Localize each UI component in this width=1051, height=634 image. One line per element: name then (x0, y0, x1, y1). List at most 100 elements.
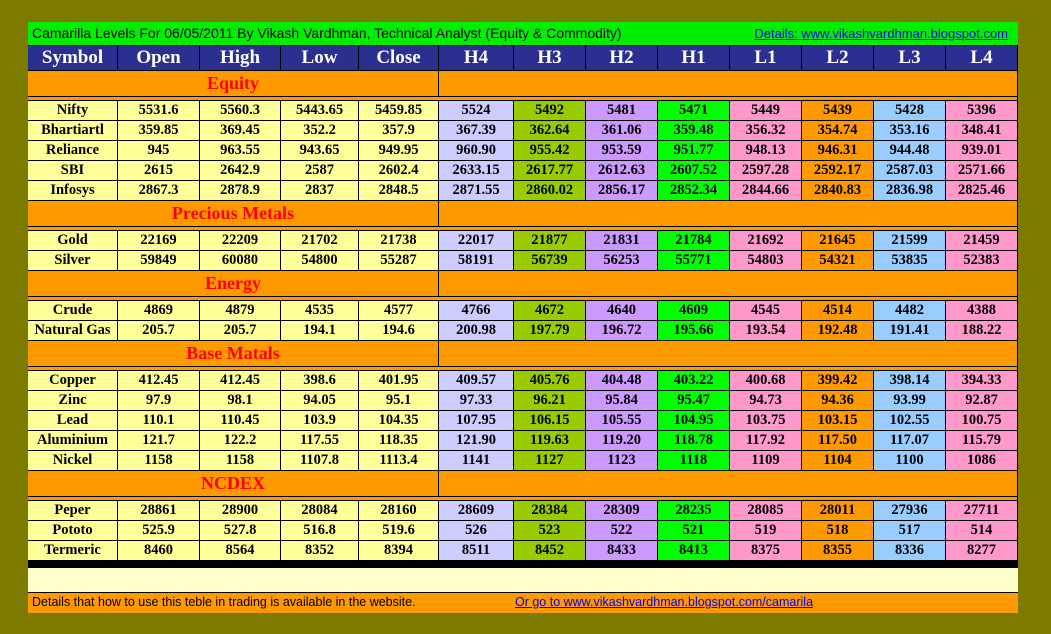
level-cell-h3: 8452 (514, 541, 586, 561)
level-cell-h3: 96.21 (514, 391, 586, 411)
price-cell: 121.7 (118, 431, 200, 451)
level-cell-h3: 5492 (514, 101, 586, 121)
level-cell-l3: 21599 (874, 231, 946, 251)
level-cell-h1: 95.47 (658, 391, 730, 411)
price-cell: 2615 (118, 161, 200, 181)
price-cell: 2848.5 (359, 181, 439, 201)
level-cell-h3: 1127 (514, 451, 586, 471)
level-cell-l4: 5396 (946, 101, 1018, 121)
level-cell-h1: 2852.34 (658, 181, 730, 201)
price-cell: 1158 (118, 451, 200, 471)
price-cell: 527.8 (200, 521, 281, 541)
level-cell-h2: 4640 (586, 301, 658, 321)
price-cell: 110.45 (200, 411, 281, 431)
section-band (439, 341, 1018, 367)
level-cell-h2: 105.55 (586, 411, 658, 431)
price-cell: 2587 (281, 161, 359, 181)
level-cell-l2: 28011 (802, 501, 874, 521)
level-cell-h1: 5471 (658, 101, 730, 121)
price-cell: 516.8 (281, 521, 359, 541)
level-cell-l2: 354.74 (802, 121, 874, 141)
price-cell: 8352 (281, 541, 359, 561)
level-cell-h2: 361.06 (586, 121, 658, 141)
level-cell-l1: 4545 (730, 301, 802, 321)
level-cell-l3: 517 (874, 521, 946, 541)
table-row: Zinc 97.9 98.1 94.05 95.1 97.33 96.21 95.84 95.4… (28, 391, 1018, 411)
level-cell-l3: 5428 (874, 101, 946, 121)
level-cell-h1: 4609 (658, 301, 730, 321)
level-cell-l1: 2844.66 (730, 181, 802, 201)
level-cell-l3: 944.48 (874, 141, 946, 161)
price-cell: 5443.65 (281, 101, 359, 121)
level-cell-h4: 526 (439, 521, 514, 541)
price-cell: 2602.4 (359, 161, 439, 181)
level-cell-h2: 21831 (586, 231, 658, 251)
table-row: Crude 4869 4879 4535 4577 4766 4672 4640 4609 454… (28, 301, 1018, 321)
level-cell-h4: 4766 (439, 301, 514, 321)
level-cell-l2: 54321 (802, 251, 874, 271)
level-cell-h4: 1141 (439, 451, 514, 471)
level-cell-l4: 92.87 (946, 391, 1018, 411)
column-header: H1 (658, 46, 730, 71)
level-cell-h1: 951.77 (658, 141, 730, 161)
level-cell-h3: 21877 (514, 231, 586, 251)
price-cell: 8564 (200, 541, 281, 561)
symbol-cell: Zinc (28, 391, 118, 411)
price-cell: 28084 (281, 501, 359, 521)
section-title: Precious Metals (28, 201, 439, 227)
level-cell-h2: 56253 (586, 251, 658, 271)
column-header: L4 (946, 46, 1018, 71)
table-row: Lead 110.1 110.45 103.9 104.35 107.95 106.15 10… (28, 411, 1018, 431)
level-cell-h1: 195.66 (658, 321, 730, 341)
camarila-link[interactable]: Or go to www.vikashvardhman.blogspot.com… (515, 595, 813, 609)
level-cell-h4: 28609 (439, 501, 514, 521)
price-cell: 369.45 (200, 121, 281, 141)
level-cell-l4: 52383 (946, 251, 1018, 271)
price-cell: 117.55 (281, 431, 359, 451)
level-cell-l4: 939.01 (946, 141, 1018, 161)
level-cell-l4: 21459 (946, 231, 1018, 251)
level-cell-h2: 953.59 (586, 141, 658, 161)
price-cell: 4577 (359, 301, 439, 321)
section-header-row: Precious Metals (28, 201, 1018, 227)
level-cell-h1: 359.48 (658, 121, 730, 141)
level-cell-h3: 4672 (514, 301, 586, 321)
level-cell-l2: 1104 (802, 451, 874, 471)
level-cell-h3: 106.15 (514, 411, 586, 431)
section-title: Equity (28, 71, 439, 97)
level-cell-h2: 119.20 (586, 431, 658, 451)
level-cell-l1: 948.13 (730, 141, 802, 161)
level-cell-h3: 523 (514, 521, 586, 541)
level-cell-l1: 21692 (730, 231, 802, 251)
section-title: Energy (28, 271, 439, 297)
price-cell: 94.05 (281, 391, 359, 411)
symbol-cell: Peper (28, 501, 118, 521)
price-cell: 95.1 (359, 391, 439, 411)
levels-table: Symbol Open High Low Close H4 H3 H2 H1 L1 L2 L3 L4 Eq… (28, 46, 1018, 561)
table-row: Reliance 945 963.55 943.65 949.95 960.90 955.4… (28, 141, 1018, 161)
level-cell-h4: 409.57 (439, 371, 514, 391)
price-cell: 22209 (200, 231, 281, 251)
section-band (439, 271, 1018, 297)
price-cell: 21702 (281, 231, 359, 251)
column-header: L3 (874, 46, 946, 71)
section-header-row: Energy (28, 271, 1018, 297)
level-cell-h1: 118.78 (658, 431, 730, 451)
level-cell-l2: 103.15 (802, 411, 874, 431)
level-cell-l1: 1109 (730, 451, 802, 471)
symbol-cell: Termeric (28, 541, 118, 561)
symbol-cell: Crude (28, 301, 118, 321)
level-cell-l2: 21645 (802, 231, 874, 251)
price-cell: 398.6 (281, 371, 359, 391)
column-header: H3 (514, 46, 586, 71)
level-cell-h4: 97.33 (439, 391, 514, 411)
price-cell: 103.9 (281, 411, 359, 431)
level-cell-l1: 28085 (730, 501, 802, 521)
level-cell-l4: 348.41 (946, 121, 1018, 141)
details-link[interactable]: Details: www.vikashvardhman.blogspot.com (754, 26, 1008, 41)
symbol-cell: Natural Gas (28, 321, 118, 341)
price-cell: 205.7 (200, 321, 281, 341)
level-cell-h2: 1123 (586, 451, 658, 471)
level-cell-h2: 28309 (586, 501, 658, 521)
level-cell-h1: 403.22 (658, 371, 730, 391)
